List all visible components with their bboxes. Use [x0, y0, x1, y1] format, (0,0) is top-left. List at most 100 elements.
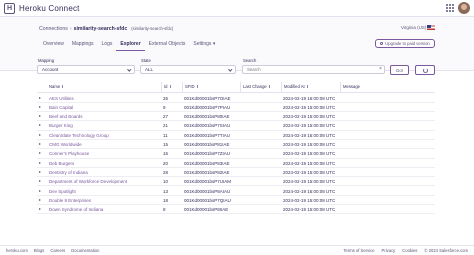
state-select-value: ALL [145, 67, 154, 72]
cell-modified-at: 2024-02-19 15:00:08 UTC [283, 104, 336, 110]
cell-name[interactable]: AES Utilities [49, 94, 74, 103]
expand-caret-icon[interactable] [39, 152, 41, 155]
table-row[interactable]: Burger King 21 001Kd00001bsP7SIAU 2024-0… [37, 121, 435, 131]
column-header-sfid[interactable]: SFID [182, 82, 198, 93]
expand-caret-icon[interactable] [39, 124, 41, 127]
cell-name[interactable]: Department of Workforce Development [49, 177, 127, 186]
expand-caret-icon[interactable] [39, 170, 41, 173]
tab-explorer[interactable]: Explorer [116, 41, 145, 51]
cell-sfid: 001Kd00001bsP8AIAU [184, 188, 231, 194]
column-header-name[interactable]: Name [49, 82, 64, 93]
cell-name[interactable]: Deb Burgers [49, 159, 74, 168]
upgrade-button[interactable]: Upgrade to paid version [375, 39, 435, 48]
footer-link-heroku[interactable]: heroku.com [6, 248, 28, 253]
tab-logs[interactable]: Logs [98, 41, 117, 51]
expand-caret-icon[interactable] [39, 161, 41, 164]
table-row[interactable]: Double 8 Enterprises 18 001Kd00001bsP7QI… [37, 196, 435, 206]
tab-overview[interactable]: Overview [39, 41, 68, 51]
refresh-icon [422, 67, 428, 73]
cell-modified-at: 2024-02-19 15:00:08 UTC [283, 169, 336, 175]
tab-mappings[interactable]: Mappings [68, 41, 98, 51]
search-label: Search [243, 58, 257, 63]
breadcrumb-connections-link[interactable]: Connections [39, 26, 68, 32]
cell-sfid: 001Kd00001bsP7UIAM [184, 179, 232, 185]
cell-id: 10 [163, 179, 169, 185]
footer-link-terms[interactable]: Terms of Service [343, 248, 374, 253]
column-header-last-change[interactable]: Last Change [240, 82, 270, 93]
cell-id: 26 [163, 95, 169, 101]
user-avatar[interactable] [458, 2, 470, 14]
cell-name[interactable]: Down Syndrome of Indiana [49, 205, 103, 214]
expand-caret-icon[interactable] [39, 115, 41, 118]
sort-icon [169, 85, 172, 88]
table-row[interactable]: Dentistry of Indiana 28 001Kd00001bsP82I… [37, 168, 435, 178]
connection-name: similarity-search-sfdc [73, 26, 128, 32]
cell-name[interactable]: CleanSlate Technology Group [49, 131, 109, 140]
table-row[interactable]: AES Utilities 26 001Kd00001bsP7OIAE 2024… [37, 94, 435, 103]
cell-name[interactable]: Beef and Boards [49, 112, 83, 121]
table-row[interactable]: Dev Spotlight 13 001Kd00001bsP8AIAU 2024… [37, 187, 435, 196]
expand-caret-icon[interactable] [39, 198, 41, 201]
expand-caret-icon[interactable] [39, 133, 41, 136]
expand-caret-icon[interactable] [39, 208, 41, 211]
column-header-modified-at[interactable]: Modified At [281, 82, 308, 93]
table-row[interactable]: Bain Capital 9 001Kd00001bsP7PIAU 2024-0… [37, 103, 435, 113]
cell-name[interactable]: Conner's Playhouse [49, 149, 89, 158]
footer-link-documentation[interactable]: Documentation [71, 248, 99, 253]
cell-sfid: 001Kd00001bsP82IAE [184, 169, 230, 175]
cell-name[interactable]: Double 8 Enterprises [49, 196, 91, 205]
footer-link-careers[interactable]: Careers [50, 248, 65, 253]
cell-modified-at: 2024-02-19 15:00:08 UTC [283, 123, 336, 129]
column-header-id[interactable]: Id [161, 82, 171, 93]
cell-sfid: 001Kd00001bsP7OIAE [184, 95, 231, 101]
cell-modified-at: 2024-02-19 15:00:08 UTC [283, 114, 336, 120]
expand-caret-icon[interactable] [39, 189, 41, 192]
chevron-down-icon [227, 67, 232, 71]
column-header-message[interactable]: Message [340, 82, 360, 93]
cell-id: 28 [163, 169, 169, 175]
footer-link-blogs[interactable]: Blogs [34, 248, 44, 253]
state-select[interactable]: ALL [140, 65, 236, 74]
connection-tabs: Overview Mappings Logs Explorer External… [39, 41, 219, 51]
cell-id: 18 [163, 197, 169, 203]
apps-grid-icon[interactable] [446, 4, 454, 12]
expand-caret-icon[interactable] [39, 180, 41, 183]
cell-name[interactable]: Bain Capital [49, 103, 73, 112]
region-label: Virginia (US) [401, 25, 427, 30]
mapping-select[interactable]: Account [37, 65, 135, 74]
cell-name[interactable]: Dentistry of Indiana [49, 168, 88, 177]
go-button[interactable]: Go! [390, 65, 409, 75]
table-row[interactable]: Beef and Boards 27 001Kd00001bsP80IAE 20… [37, 112, 435, 122]
cell-modified-at: 2024-02-19 15:00:08 UTC [283, 95, 336, 101]
refresh-button[interactable] [415, 65, 435, 75]
expand-caret-icon[interactable] [39, 96, 41, 99]
table-row[interactable]: Conner's Playhouse 16 001Kd00001bsP7ZIAU… [37, 149, 435, 159]
cell-id: 9 [163, 104, 166, 110]
expand-caret-icon[interactable] [39, 143, 41, 145]
table-row[interactable]: Deb Burgers 20 001Kd00001bsP83IAE 2024-0… [37, 159, 435, 168]
cell-name[interactable]: Burger King [49, 121, 73, 130]
cell-sfid: 001Kd00001bsP7QIAU [184, 197, 231, 203]
footer-link-cookies[interactable]: Cookies [402, 248, 417, 253]
heroku-logo-icon[interactable]: H [4, 3, 15, 14]
cell-name[interactable]: Dev Spotlight [49, 187, 76, 196]
search-input[interactable] [242, 65, 385, 74]
cell-name[interactable]: CMG Worldwide [49, 140, 82, 149]
table-row[interactable]: CleanSlate Technology Group 11 001Kd0000… [37, 131, 435, 140]
cell-sfid: 001Kd00001bsP7PIAU [184, 104, 231, 110]
table-row[interactable]: CMG Worldwide 15 001Kd00001bsP81IAE 2024… [37, 140, 435, 150]
table-row[interactable]: Department of Workforce Development 10 0… [37, 177, 435, 187]
expand-caret-icon[interactable] [39, 105, 41, 108]
cell-id: 27 [163, 114, 169, 120]
app-brand-name[interactable]: Heroku Connect [19, 4, 80, 13]
footer-link-privacy[interactable]: Privacy [382, 248, 396, 253]
clear-search-icon[interactable]: × [379, 65, 382, 74]
cell-modified-at: 2024-02-19 15:00:08 UTC [283, 160, 336, 166]
page-footer: heroku.com Blogs Careers Documentation T… [0, 245, 474, 255]
sort-icon [268, 85, 271, 88]
tab-settings[interactable]: Settings ▾ [189, 41, 219, 51]
table-row[interactable]: Down Syndrome of Indiana 8 001Kd00001bsP… [37, 205, 435, 215]
tab-external-objects[interactable]: External Objects [145, 41, 190, 51]
sort-icon [62, 85, 64, 88]
sort-icon [306, 85, 309, 88]
